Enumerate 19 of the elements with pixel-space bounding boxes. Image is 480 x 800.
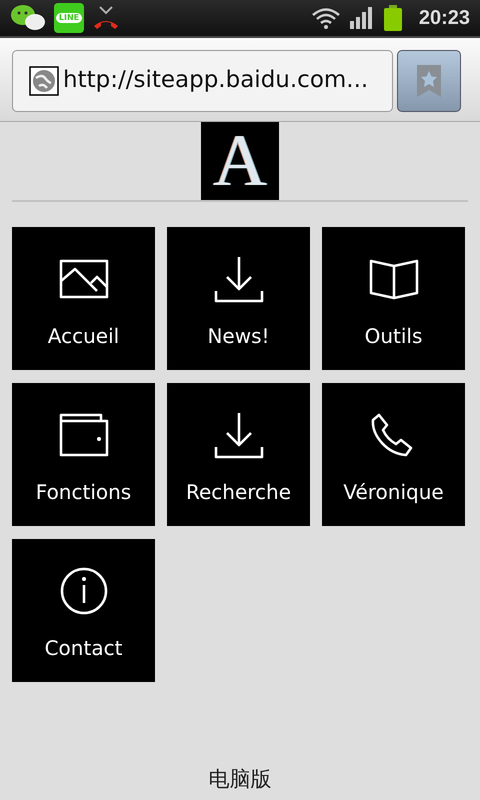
menu-tile[interactable]: News! [167, 227, 310, 370]
menu-tile[interactable]: Véronique [322, 383, 465, 526]
signal-icon [348, 6, 375, 30]
menu-tile[interactable]: Recherche [167, 383, 310, 526]
logo: A [201, 122, 279, 200]
battery-icon [382, 5, 403, 31]
wifi-icon [310, 6, 341, 30]
url-field[interactable]: http://siteapp.baidu.com... [12, 50, 393, 112]
bookmark-star-icon [416, 64, 442, 98]
menu-tile[interactable]: Fonctions [12, 383, 155, 526]
globe-icon [29, 66, 59, 96]
missed-call-icon[interactable] [92, 4, 120, 32]
menu-tile[interactable]: Contact [12, 539, 155, 682]
bookmark-button[interactable] [397, 50, 461, 112]
chat-icon[interactable] [10, 3, 46, 33]
clock-time: 20:23 [418, 6, 470, 31]
menu-tile[interactable]: Accueil [12, 227, 155, 370]
menu-tile[interactable]: Outils [322, 227, 465, 370]
desktop-version-link[interactable]: 电脑版 [208, 767, 272, 791]
